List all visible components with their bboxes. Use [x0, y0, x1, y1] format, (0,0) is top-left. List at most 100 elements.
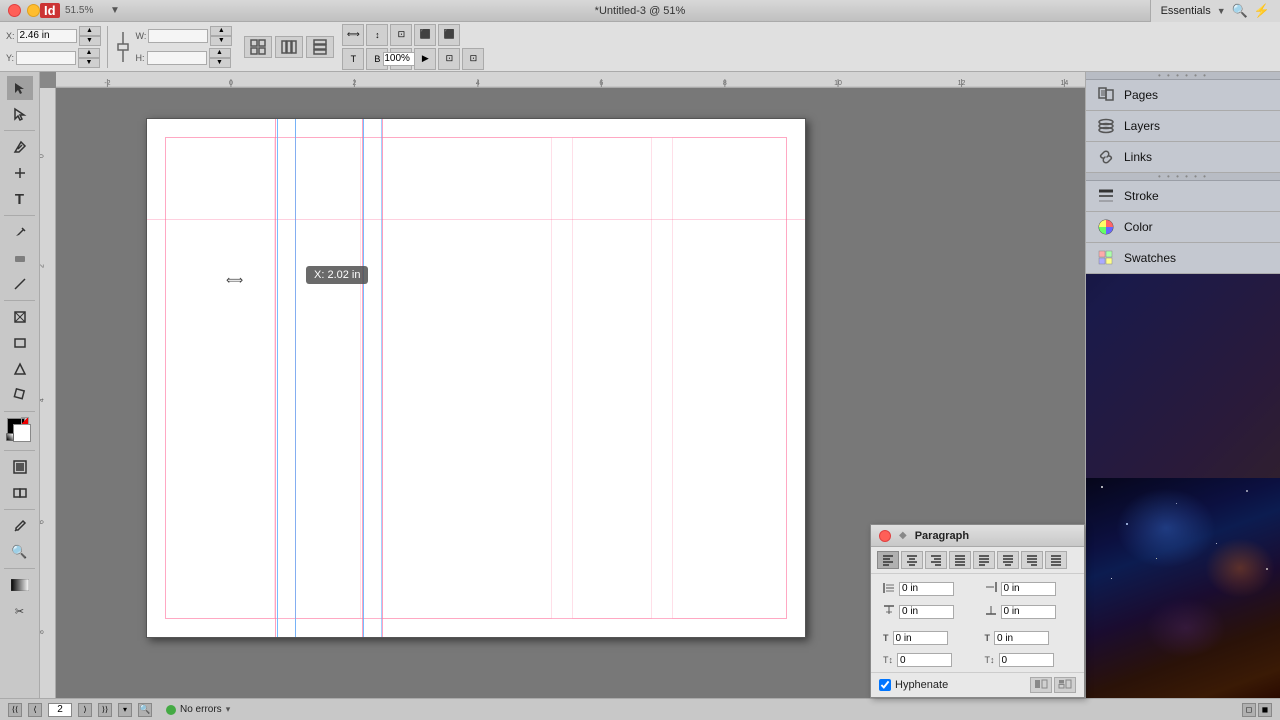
- align-l-btn[interactable]: ⬛: [414, 24, 436, 46]
- search-icon[interactable]: 🔍: [1232, 3, 1248, 19]
- type-tool[interactable]: T: [7, 187, 33, 211]
- zoom-arrow-btn[interactable]: ▶: [414, 48, 436, 70]
- paragraph-panel-header[interactable]: ◆ Paragraph: [871, 525, 1084, 547]
- rotate-spread[interactable]: [7, 481, 33, 505]
- space-after-row: [979, 601, 1079, 622]
- pen-tool[interactable]: [7, 135, 33, 159]
- align-justify-last-center-btn[interactable]: [997, 551, 1019, 569]
- dist-v-btn[interactable]: ↕: [366, 24, 388, 46]
- collapse-panel-btn[interactable]: ◻: [1242, 703, 1256, 717]
- pages-icon: [1096, 86, 1116, 104]
- color-boxes[interactable]: [7, 418, 33, 444]
- panel-item-swatches[interactable]: Swatches: [1086, 243, 1280, 274]
- next-page-btn[interactable]: ⟩: [78, 703, 92, 717]
- x-input[interactable]: [17, 29, 77, 43]
- align-r-btn[interactable]: ⬛: [438, 24, 460, 46]
- hyp-btn-1[interactable]: [1030, 677, 1052, 693]
- minimize-button[interactable]: [27, 4, 40, 17]
- x-label: X:: [6, 31, 15, 41]
- space-after-input[interactable]: [1001, 605, 1056, 619]
- indent-right-input[interactable]: [1001, 582, 1056, 596]
- prev-page-btn2[interactable]: ⟨: [28, 703, 42, 717]
- frame-tool[interactable]: [7, 305, 33, 329]
- gradient-swatch[interactable]: [7, 573, 33, 597]
- h-input[interactable]: [147, 51, 207, 65]
- page-number-input[interactable]: [48, 703, 72, 717]
- panel-item-layers[interactable]: Layers: [1086, 111, 1280, 142]
- baseline-row: T↕: [877, 650, 977, 670]
- pencil-tool[interactable]: [7, 220, 33, 244]
- drop-cap-chars-input[interactable]: [994, 631, 1049, 645]
- lightning-icon[interactable]: ⚡: [1254, 3, 1270, 19]
- eyedropper-tool[interactable]: [7, 514, 33, 538]
- baseline-input[interactable]: [897, 653, 952, 667]
- close-button[interactable]: [8, 4, 21, 17]
- align-left-btn[interactable]: [877, 551, 899, 569]
- swatches-label: Swatches: [1124, 251, 1176, 265]
- paragraph-panel-close[interactable]: [879, 530, 891, 542]
- align-right-btn[interactable]: [925, 551, 947, 569]
- hyp-btn-2[interactable]: [1054, 677, 1076, 693]
- expand-panel-btn[interactable]: ◼: [1258, 703, 1272, 717]
- h-up-btn[interactable]: ▲: [209, 48, 231, 58]
- align-top-btn[interactable]: T: [342, 48, 364, 70]
- ruler-top: -2 0 2 4 6 8 10 12 14: [56, 72, 1085, 88]
- preview-mode[interactable]: [7, 455, 33, 479]
- panel-item-color[interactable]: Color: [1086, 212, 1280, 243]
- constrain-icon[interactable]: [114, 29, 132, 65]
- x-up-btn[interactable]: ▲: [79, 26, 101, 36]
- w-input[interactable]: [148, 29, 208, 43]
- w-down-btn[interactable]: ▼: [210, 36, 232, 46]
- baseline2-input[interactable]: [999, 653, 1054, 667]
- zoom-btn[interactable]: [390, 48, 412, 70]
- prev-page-btn[interactable]: ⟨⟨: [8, 703, 22, 717]
- panel-item-pages[interactable]: Pages: [1086, 80, 1280, 111]
- zoom-display[interactable]: 51.5%: [65, 5, 93, 16]
- align-justify-last-right-btn[interactable]: [1021, 551, 1043, 569]
- align-justify-last-left-btn[interactable]: [973, 551, 995, 569]
- indent-left-row: [877, 578, 977, 599]
- align-justify-btn[interactable]: [949, 551, 971, 569]
- page-options-btn[interactable]: ▾: [118, 703, 132, 717]
- eraser-tool[interactable]: [7, 246, 33, 270]
- zoom-dropdown[interactable]: ▼: [110, 5, 120, 16]
- app-logo: Id: [40, 3, 60, 18]
- transform-tool[interactable]: [7, 383, 33, 407]
- direct-select-tool[interactable]: [7, 102, 33, 126]
- last-page-btn[interactable]: ⟩⟩: [98, 703, 112, 717]
- x-down-btn[interactable]: ▼: [79, 36, 101, 46]
- rect-tool[interactable]: [7, 331, 33, 355]
- y-down-btn[interactable]: ▼: [78, 58, 100, 68]
- line-tool[interactable]: [7, 272, 33, 296]
- content-fit-btn[interactable]: ⊡: [462, 48, 484, 70]
- drop-cap-lines-input[interactable]: [893, 631, 948, 645]
- essentials-dropdown[interactable]: ▼: [1217, 6, 1226, 16]
- h-down-btn[interactable]: ▼: [209, 58, 231, 68]
- select-tool[interactable]: [7, 76, 33, 100]
- y-up-btn[interactable]: ▲: [78, 48, 100, 58]
- scissors-tool[interactable]: ✂: [7, 599, 33, 623]
- row-guide-h: [147, 219, 805, 220]
- zoom-tool[interactable]: 🔍: [7, 540, 33, 564]
- columns-btn[interactable]: [275, 36, 303, 58]
- document-page[interactable]: [146, 118, 806, 638]
- align-center-btn[interactable]: [901, 551, 923, 569]
- y-input[interactable]: [16, 51, 76, 65]
- align-justify-all-btn[interactable]: [1045, 551, 1067, 569]
- dist-h-btn[interactable]: ⟺: [342, 24, 364, 46]
- rows-btn[interactable]: [306, 36, 334, 58]
- paragraph-panel-arrow: ◆: [899, 530, 907, 541]
- dist-spacing-btn[interactable]: ⊡: [390, 24, 412, 46]
- grid-view-btn[interactable]: [244, 36, 272, 58]
- w-up-btn[interactable]: ▲: [210, 26, 232, 36]
- panel-item-stroke[interactable]: Stroke: [1086, 181, 1280, 212]
- shape-tools[interactable]: [7, 357, 33, 381]
- hyphenate-checkbox[interactable]: [879, 679, 891, 691]
- zoom-mag-btn[interactable]: 🔍: [138, 703, 152, 717]
- indent-left-input[interactable]: [899, 582, 954, 596]
- add-anchor-tool[interactable]: [7, 161, 33, 185]
- panel-item-links[interactable]: Links: [1086, 142, 1280, 173]
- frame-fit-btn[interactable]: ⊡: [438, 48, 460, 70]
- space-before-input[interactable]: [899, 605, 954, 619]
- errors-dropdown[interactable]: ▾: [226, 704, 231, 715]
